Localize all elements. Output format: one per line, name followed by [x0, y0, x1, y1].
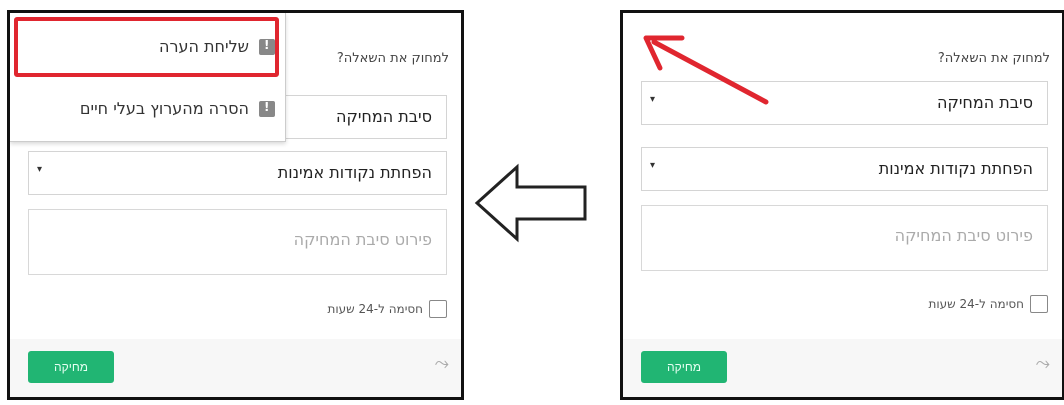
- points-select-value: הפחתת נקודות אמינות: [277, 163, 432, 182]
- arrow-up-left-icon: [643, 35, 769, 105]
- details-textarea[interactable]: פירוט סיבת המחיקה: [641, 205, 1048, 271]
- reason-select-value: סיבת המחיקה: [336, 107, 432, 126]
- dialog-footer: מחיקה ⤳: [623, 339, 1062, 397]
- menu-item-remove-from-channel[interactable]: הסרה מהערוץ בעלי חיים: [80, 99, 275, 118]
- reply-icon[interactable]: ⤳: [1036, 353, 1050, 374]
- block-checkbox[interactable]: [1030, 295, 1048, 313]
- details-textarea[interactable]: פירוט סיבת המחיקה: [28, 209, 447, 275]
- menu-item-label: הסרה מהערוץ בעלי חיים: [79, 99, 249, 118]
- points-select[interactable]: הפחתת נקודות אמינות ▾: [28, 151, 447, 195]
- highlight-box: [14, 17, 279, 77]
- delete-button[interactable]: מחיקה: [641, 351, 727, 383]
- arrow-left-icon: [474, 163, 587, 243]
- delete-button[interactable]: מחיקה: [28, 351, 114, 383]
- chevron-down-icon: ▾: [37, 164, 43, 175]
- block-label: חסימה ל-24 שעות: [928, 297, 1024, 311]
- details-placeholder: פירוט סיבת המחיקה: [293, 230, 432, 249]
- points-select[interactable]: הפחתת נקודות אמינות ▾: [641, 147, 1048, 191]
- block-label: חסימה ל-24 שעות: [327, 302, 423, 316]
- reason-select-value: סיבת המחיקה: [937, 93, 1033, 112]
- block-option: חסימה ל-24 שעות: [928, 295, 1048, 313]
- dialog-footer: מחיקה ⤳: [10, 339, 461, 397]
- block-option: חסימה ל-24 שעות: [327, 300, 447, 318]
- details-placeholder: פירוט סיבת המחיקה: [894, 226, 1033, 245]
- dialog-title: למחוק את השאלה?: [336, 51, 449, 66]
- delete-dialog-with-menu: למחוק את השאלה? סיבת המחיקה הפחתת נקודות…: [7, 10, 464, 400]
- points-select-value: הפחתת נקודות אמינות: [878, 159, 1033, 178]
- dialog-title: למחוק את השאלה?: [937, 51, 1050, 66]
- reply-icon[interactable]: ⤳: [435, 353, 449, 374]
- chevron-down-icon: ▾: [650, 160, 656, 171]
- block-checkbox[interactable]: [429, 300, 447, 318]
- flag-icon: [259, 100, 275, 117]
